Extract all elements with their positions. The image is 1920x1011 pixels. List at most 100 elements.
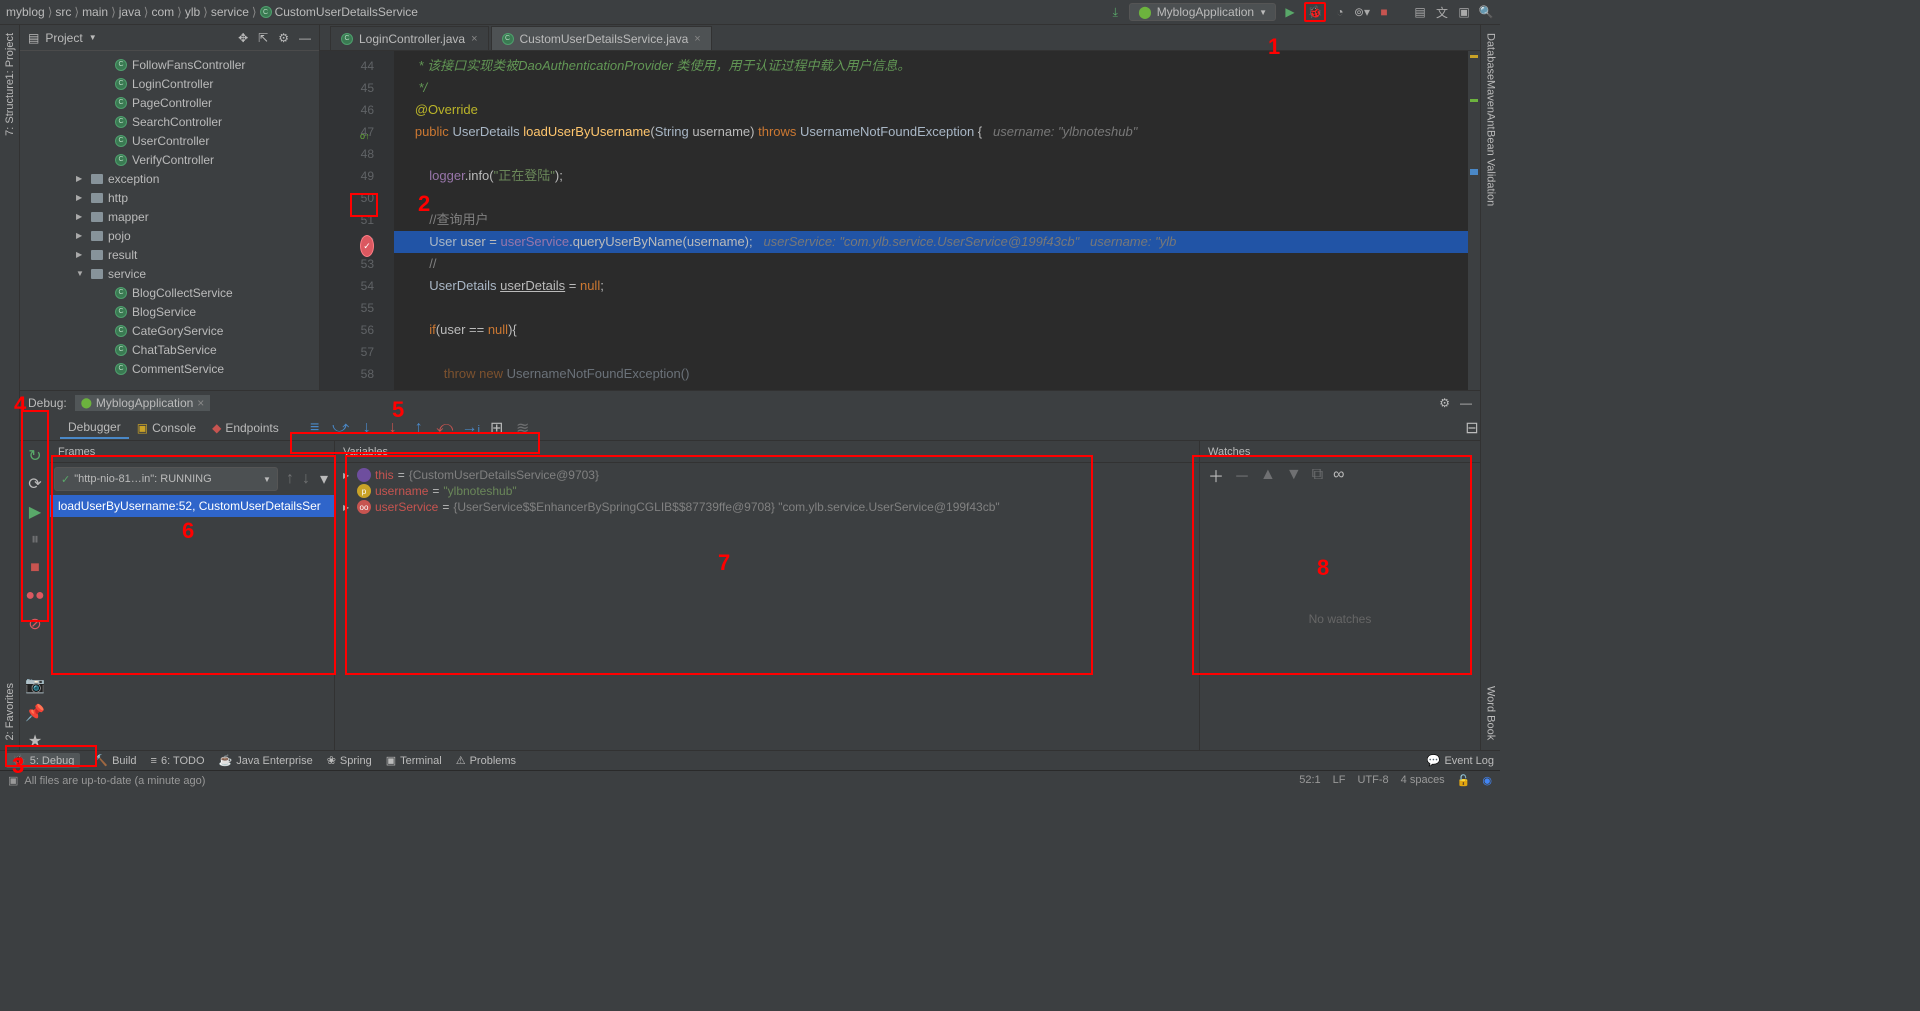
step-into-icon[interactable]: ↓ [359, 420, 375, 436]
collapse-all-icon[interactable]: ⇱ [258, 31, 268, 45]
debug-tab[interactable]: ▣Console [129, 417, 204, 439]
debug-session-tab[interactable]: ⬤ MyblogApplication × [75, 395, 211, 411]
breadcrumb-segment[interactable]: main [82, 5, 108, 19]
variable-row[interactable]: pusername = "ylbnoteshub" [339, 483, 1195, 499]
tree-row[interactable]: CCommentService [20, 359, 319, 378]
tool-window-tab[interactable]: 1: Project [4, 33, 16, 79]
tool-window-tab[interactable]: Word Book [1485, 686, 1497, 740]
tree-row[interactable]: ▶result [20, 245, 319, 264]
encoding[interactable]: UTF-8 [1357, 774, 1388, 787]
caret-pos[interactable]: 52:1 [1299, 774, 1320, 787]
bottom-tab[interactable]: ☕Java Enterprise [219, 754, 313, 767]
bottom-tab[interactable]: ▣Terminal [386, 754, 442, 767]
vcs-update-icon[interactable]: ⤓ [1107, 4, 1123, 20]
tree-row[interactable]: ▶http [20, 188, 319, 207]
status-window-icon[interactable]: ▣ [8, 774, 18, 787]
force-step-into-icon[interactable]: ↓ [385, 420, 401, 436]
drop-frame-icon[interactable]: ⤺ [437, 420, 453, 436]
profile-icon[interactable]: ⊚▾ [1354, 4, 1370, 20]
rerun-icon[interactable]: ↻ [26, 447, 44, 465]
project-structure-icon[interactable]: ▤ [1412, 4, 1428, 20]
tree-row[interactable]: CCateGoryService [20, 321, 319, 340]
readonly-lock-icon[interactable]: 🔓 [1457, 774, 1471, 787]
run-to-cursor-icon[interactable]: →ᵢ [463, 420, 479, 436]
tool-window-tab[interactable]: Maven [1485, 80, 1497, 113]
translate-icon[interactable]: 文 [1434, 4, 1450, 20]
resume-icon[interactable]: ▶ [26, 503, 44, 521]
project-tree[interactable]: CFollowFansControllerCLoginControllerCPa… [20, 51, 319, 390]
line-ending[interactable]: LF [1333, 774, 1346, 787]
add-watch-icon[interactable]: ＋ [1208, 463, 1224, 487]
tool-window-tab[interactable]: 2: Favorites [4, 683, 16, 740]
tool-window-tab[interactable]: Ant [1485, 113, 1497, 130]
tree-row[interactable]: CVerifyController [20, 150, 319, 169]
trace-icon[interactable]: ≋ [515, 420, 531, 436]
tool-window-tab[interactable]: Bean Validation [1485, 130, 1497, 206]
breadcrumb-segment[interactable]: src [55, 5, 71, 19]
editor-minimap[interactable] [1468, 51, 1480, 390]
gear-icon[interactable]: ⚙ [1439, 396, 1450, 410]
stop-icon[interactable]: ■ [26, 559, 44, 577]
stop-icon[interactable]: ■ [1376, 4, 1392, 20]
line-gutter[interactable]: 444546474849505152535455565758o↑ [320, 51, 380, 390]
bottom-tab[interactable]: ≡6: TODO [151, 755, 205, 767]
event-log-tab[interactable]: 💬 Event Log [1427, 754, 1494, 767]
close-icon[interactable]: × [694, 33, 700, 45]
bottom-tab[interactable]: ❀Spring [327, 754, 372, 767]
thread-selector[interactable]: ✓ "http-nio-81…in": RUNNING ▼ [54, 467, 278, 491]
step-over-icon[interactable]: ⤻ [333, 420, 349, 436]
tree-row[interactable]: ▶mapper [20, 207, 319, 226]
tree-row[interactable]: ▶pojo [20, 226, 319, 245]
prev-frame-icon[interactable]: ↑ [282, 470, 298, 488]
tree-row[interactable]: CLoginController [20, 74, 319, 93]
coverage-icon[interactable]: ◔ [1332, 4, 1348, 20]
override-gutter-icon[interactable]: o↑ [360, 125, 370, 147]
camera-icon[interactable]: 📷 [26, 676, 44, 694]
close-icon[interactable]: × [471, 33, 477, 45]
tree-row[interactable]: CChatTabService [20, 340, 319, 359]
editor-tab[interactable]: CCustomUserDetailsService.java× [491, 26, 712, 50]
run-icon[interactable]: ▶ [1282, 4, 1298, 20]
filter-icon[interactable]: ▾ [314, 469, 334, 489]
bottom-tab[interactable]: 🐞5: Debug [6, 753, 80, 768]
stack-frame[interactable]: loadUserByUsername:52, CustomUserDetails… [50, 495, 334, 517]
tree-row[interactable]: ▶exception [20, 169, 319, 188]
bottom-tab[interactable]: ⚠Problems [456, 754, 516, 767]
down-icon[interactable]: ▼ [1286, 466, 1302, 484]
breadcrumb[interactable]: myblog⟩src⟩main⟩java⟩com⟩ylb⟩service⟩CCu… [6, 5, 418, 19]
star-icon[interactable]: ★ [26, 732, 44, 750]
breakpoint-icon[interactable] [360, 235, 374, 257]
hide-icon[interactable]: — [1460, 396, 1472, 410]
chevron-down-icon[interactable]: ▼ [89, 33, 97, 42]
debug-tab[interactable]: Debugger [60, 417, 129, 439]
pin-icon[interactable]: 📌 [26, 704, 44, 722]
reload-icon[interactable]: ⟳ [26, 475, 44, 493]
breakpoints-icon[interactable]: ●● [26, 587, 44, 605]
frames-list[interactable]: loadUserByUsername:52, CustomUserDetails… [50, 495, 334, 517]
debug-icon[interactable]: 🐞 [1307, 4, 1323, 20]
tree-row[interactable]: CUserController [20, 131, 319, 150]
tree-row[interactable]: CBlogCollectService [20, 283, 319, 302]
tree-row[interactable]: CBlogService [20, 302, 319, 321]
gear-icon[interactable]: ⚙ [278, 31, 289, 45]
run-config-selector[interactable]: ⬤ MyblogApplication ▼ [1129, 3, 1276, 21]
hide-icon[interactable]: — [299, 31, 311, 45]
debug-tab[interactable]: ◆Endpoints [204, 417, 287, 439]
glasses-icon[interactable]: ∞ [1333, 466, 1344, 484]
variables-list[interactable]: ▶this = {CustomUserDetailsService@9703}p… [335, 463, 1199, 750]
breadcrumb-segment[interactable]: myblog [6, 5, 45, 19]
remove-watch-icon[interactable]: － [1234, 463, 1250, 487]
show-exec-point-icon[interactable]: ≡ [307, 420, 323, 436]
code-area[interactable]: * 该接口实现类被DaoAuthenticationProvider 类使用，用… [394, 51, 1468, 390]
tree-row[interactable]: ▼service [20, 264, 319, 283]
breadcrumb-segment[interactable]: CustomUserDetailsService [275, 5, 418, 19]
up-icon[interactable]: ▲ [1260, 466, 1276, 484]
tree-row[interactable]: CPageController [20, 93, 319, 112]
layout-icon[interactable]: ⊟ [1464, 420, 1480, 436]
mute-bp-icon[interactable]: ⊘ [26, 615, 44, 633]
indent[interactable]: 4 spaces [1401, 774, 1445, 787]
evaluate-icon[interactable]: ⊞ [489, 420, 505, 436]
fold-gutter[interactable] [380, 51, 394, 390]
breadcrumb-segment[interactable]: service [211, 5, 249, 19]
editor-tab[interactable]: CLoginController.java× [330, 26, 489, 50]
